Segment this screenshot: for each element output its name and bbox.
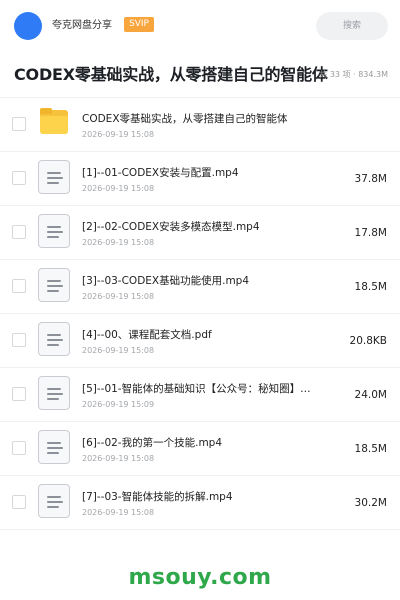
watermark: msouy.com	[128, 565, 272, 590]
file-date: 2026-09-19 15:08	[82, 346, 155, 355]
file-name: [5]--01-智能体的基础知识【公众号：秘知圈】…	[82, 383, 311, 395]
list-item[interactable]: [4]--00、课程配套文档.pdf 2026-09-19 15:08 20.8…	[0, 314, 400, 368]
folder-icon	[38, 106, 70, 140]
file-size: 30.2M	[354, 497, 387, 509]
top-bar: 夸克网盘分享 SVIP 搜索	[0, 0, 400, 52]
folder-title-row: CODEX零基础实战，从零搭建自己的智能体 共 33 项 · 834.3M	[0, 52, 400, 98]
checkbox[interactable]	[12, 279, 26, 293]
share-title: 夸克网盘分享	[52, 20, 112, 31]
checkbox[interactable]	[12, 171, 26, 185]
file-date: 2026-09-19 15:08	[82, 508, 155, 517]
file-size: 18.5M	[354, 281, 387, 293]
file-name: [6]--02-我的第一个技能.mp4	[82, 437, 223, 449]
file-date: 2026-09-19 15:08	[82, 454, 155, 463]
checkbox[interactable]	[12, 495, 26, 509]
document-icon	[38, 268, 70, 302]
file-list: CODEX零基础实战，从零搭建自己的智能体 2026-09-19 15:08 […	[0, 98, 400, 530]
list-item[interactable]: CODEX零基础实战，从零搭建自己的智能体 2026-09-19 15:08	[0, 98, 400, 152]
checkbox[interactable]	[12, 387, 26, 401]
file-name: [3]--03-CODEX基础功能使用.mp4	[82, 275, 250, 287]
document-icon	[38, 484, 70, 518]
file-size: 24.0M	[354, 389, 387, 401]
file-name: [2]--02-CODEX安装多模态模型.mp4	[82, 221, 260, 233]
file-name: [7]--03-智能体技能的拆解.mp4	[82, 491, 233, 503]
file-date: 2026-09-19 15:08	[82, 238, 155, 247]
file-name: [4]--00、课程配套文档.pdf	[82, 329, 212, 341]
file-date: 2026-09-19 15:08	[82, 130, 155, 139]
file-date: 2026-09-19 15:08	[82, 292, 155, 301]
checkbox[interactable]	[12, 333, 26, 347]
document-icon	[38, 214, 70, 248]
list-item[interactable]: [6]--02-我的第一个技能.mp4 2026-09-19 15:08 18.…	[0, 422, 400, 476]
checkbox[interactable]	[12, 225, 26, 239]
list-item[interactable]: [1]--01-CODEX安装与配置.mp4 2026-09-19 15:08 …	[0, 152, 400, 206]
file-size: 20.8KB	[349, 335, 387, 347]
checkbox[interactable]	[12, 117, 26, 131]
file-size: 18.5M	[354, 443, 387, 455]
search-input[interactable]: 搜索	[316, 12, 388, 40]
checkbox[interactable]	[12, 441, 26, 455]
document-icon	[38, 322, 70, 356]
svip-badge: SVIP	[124, 17, 154, 32]
page-title: CODEX零基础实战，从零搭建自己的智能体	[14, 65, 328, 84]
list-item[interactable]: [7]--03-智能体技能的拆解.mp4 2026-09-19 15:08 30…	[0, 476, 400, 530]
list-item[interactable]: [3]--03-CODEX基础功能使用.mp4 2026-09-19 15:08…	[0, 260, 400, 314]
file-size: 17.8M	[354, 227, 387, 239]
file-date: 2026-09-19 15:08	[82, 184, 155, 193]
avatar[interactable]	[14, 12, 42, 40]
file-size: 37.8M	[354, 173, 387, 185]
file-name: CODEX零基础实战，从零搭建自己的智能体	[82, 113, 288, 125]
document-icon	[38, 430, 70, 464]
file-date: 2026-09-19 15:09	[82, 400, 155, 409]
list-item[interactable]: [2]--02-CODEX安装多模态模型.mp4 2026-09-19 15:0…	[0, 206, 400, 260]
document-icon	[38, 160, 70, 194]
item-count: 共 33 项 · 834.3M	[319, 70, 388, 79]
document-icon	[38, 376, 70, 410]
list-item[interactable]: [5]--01-智能体的基础知识【公众号：秘知圈】… 2026-09-19 15…	[0, 368, 400, 422]
file-name: [1]--01-CODEX安装与配置.mp4	[82, 167, 239, 179]
